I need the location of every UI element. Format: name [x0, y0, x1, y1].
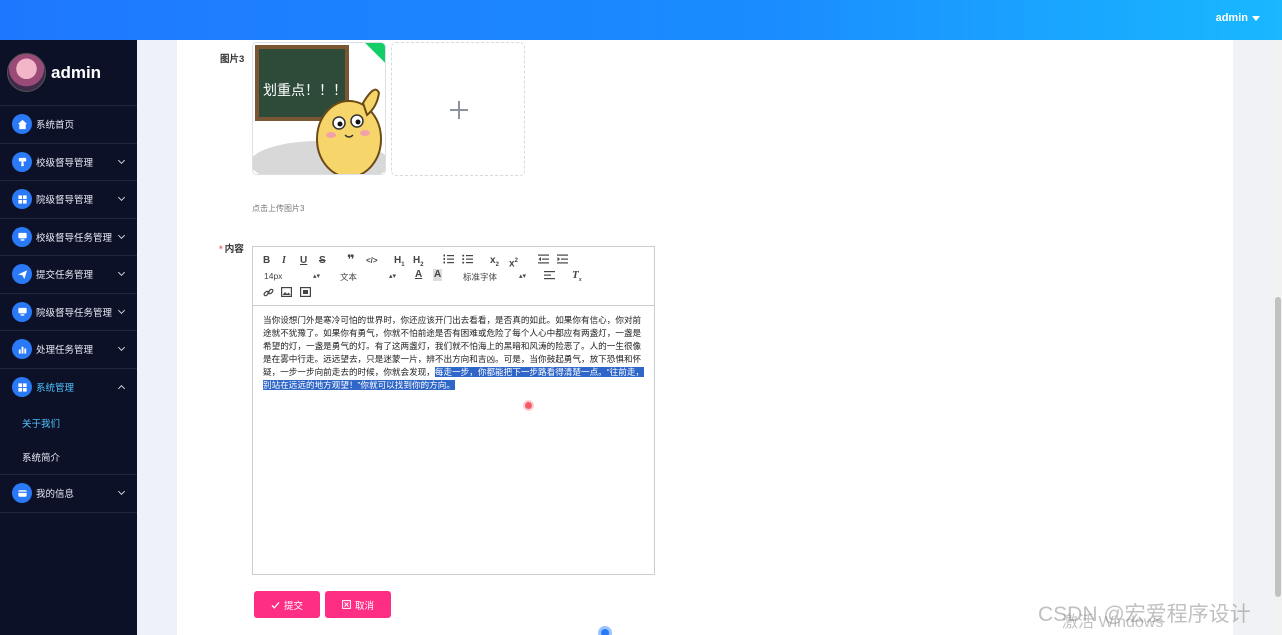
system-submenu: 关于我们 系统简介 [0, 406, 137, 475]
sidebar-item-submit-task[interactable]: 提交任务管理 [0, 256, 137, 294]
chalkboard-text: 划重点！！！ [263, 83, 347, 99]
chevron-down-icon [117, 343, 126, 352]
send-icon [12, 264, 32, 285]
sidebar: admin 系统首页 校级督导管理 院级督导管理 校级督导任务管理 提交任务管理… [0, 40, 137, 635]
page-scrollbar-thumb[interactable] [1275, 297, 1281, 597]
sidebar-item-process-task[interactable]: 处理任务管理 [0, 331, 137, 369]
sidebar-subitem-intro[interactable]: 系统简介 [0, 440, 137, 474]
text-type-value: 文本 [340, 272, 358, 282]
sidebar-item-my-info[interactable]: 我的信息 [0, 475, 137, 513]
sidebar-item-college-task[interactable]: 院级督导任务管理 [0, 294, 137, 331]
sidebar-subitem-about[interactable]: 关于我们 [0, 406, 137, 440]
grid-icon [12, 189, 32, 210]
upload-add-button[interactable] [391, 42, 525, 176]
chevron-down-icon [117, 156, 126, 164]
italic-button[interactable]: I [282, 255, 286, 267]
sidebar-item-school-task[interactable]: 校级督导任务管理 [0, 219, 137, 256]
uploaded-image[interactable]: 划重点！！！ [252, 42, 386, 175]
chevron-up-icon [117, 384, 126, 392]
profile-name: admin [51, 62, 102, 82]
required-mark: * [219, 244, 223, 255]
cartoon-image: 划重点！！！ [253, 43, 385, 174]
bar-chart-icon [12, 339, 32, 360]
sidebar-item-label: 院级督导管理 [36, 195, 94, 207]
select-arrows-icon: ▴▾ [388, 273, 396, 280]
font-family-value: 标准字体 [463, 272, 498, 282]
sidebar-item-label: 院级督导任务管理 [36, 307, 113, 319]
sidebar-item-school-supervisor[interactable]: 校级督导管理 [0, 144, 137, 181]
code-block-button[interactable]: </> [366, 255, 378, 267]
editor-toolbar: B I U S ❞ </> H1 H2 x2 x2 14px ▴▾ 文本 ▴▾ A … [253, 247, 654, 306]
align-button[interactable] [544, 270, 555, 284]
user-menu[interactable]: admin [1216, 12, 1260, 24]
image-button[interactable] [281, 287, 293, 301]
sidebar-item-home[interactable]: 系统首页 [0, 106, 137, 144]
text-type-select[interactable]: 文本 ▴▾ [340, 271, 396, 283]
chevron-down-icon [117, 231, 126, 239]
user-tie-icon [12, 151, 32, 172]
content-label-text: 内容 [224, 244, 244, 255]
avatar [7, 53, 46, 92]
sidebar-item-label: 系统管理 [36, 383, 75, 395]
plus-icon-vertical [458, 101, 460, 119]
submit-button-label: 提交 [283, 600, 303, 612]
chevron-down-icon [117, 306, 126, 314]
chevron-down-icon [117, 193, 126, 202]
chevron-down-icon [117, 487, 126, 496]
monitor-icon [12, 226, 32, 247]
activate-windows-watermark: 激活 Windows [1062, 614, 1164, 631]
home-icon [12, 114, 32, 135]
caret-down-icon [1252, 15, 1260, 21]
close-icon [342, 600, 351, 609]
grid-icon [12, 377, 32, 398]
upload-tip: 点击上传图片3 [252, 204, 305, 213]
bullet-list-button[interactable] [462, 254, 473, 268]
subscript-button[interactable]: x2 [490, 255, 499, 271]
check-icon [271, 601, 280, 609]
sidebar-item-college-supervisor[interactable]: 院级督导管理 [0, 181, 137, 219]
top-header: admin [0, 0, 1282, 40]
font-size-select[interactable]: 14px ▴▾ [264, 271, 320, 281]
quote-button[interactable]: ❞ [347, 253, 355, 266]
submit-button[interactable]: 提交 [254, 591, 320, 618]
ordered-list-button[interactable] [443, 254, 454, 268]
strike-button[interactable]: S [319, 255, 326, 267]
floating-dot [598, 626, 612, 635]
background-color-button[interactable]: A [433, 269, 443, 281]
sidebar-item-label: 系统首页 [36, 120, 75, 132]
sidebar-item-label: 处理任务管理 [36, 345, 94, 357]
content-field-label: * 内容 [219, 241, 244, 255]
sidebar-item-label: 校级督导管理 [36, 157, 94, 169]
monitor-icon [12, 301, 32, 322]
indent-button[interactable] [557, 254, 568, 268]
header-1-button[interactable]: H1 [394, 255, 405, 271]
font-size-value: 14px [264, 271, 283, 281]
select-arrows-icon: ▴▾ [518, 273, 526, 280]
cancel-button[interactable]: 取消 [325, 591, 391, 618]
editor-content[interactable]: 当你设想门外是寒冷可怕的世界时，你还应该开门出去看看，是否真的如此。如果你有信心… [253, 306, 654, 400]
sidebar-item-system[interactable]: 系统管理 [0, 369, 137, 407]
image-field-label: 图片3 [220, 54, 245, 65]
rich-text-editor[interactable]: B I U S ❞ </> H1 H2 x2 x2 14px ▴▾ 文本 ▴▾ A … [252, 246, 655, 575]
card-icon [12, 483, 32, 504]
sidebar-item-label: 我的信息 [36, 489, 75, 501]
mouse-cursor-indicator [523, 400, 534, 411]
link-button[interactable] [263, 287, 274, 302]
chevron-down-icon [117, 268, 126, 277]
font-family-select[interactable]: 标准字体 ▴▾ [463, 271, 526, 283]
sidebar-item-label: 校级督导任务管理 [36, 232, 113, 244]
underline-button[interactable]: U [300, 255, 307, 267]
profile: admin [0, 40, 137, 106]
text-color-button[interactable]: A [415, 269, 422, 281]
cancel-button-label: 取消 [354, 600, 374, 612]
clear-format-button[interactable]: Tx [572, 269, 582, 286]
select-arrows-icon: ▴▾ [312, 273, 320, 280]
superscript-button[interactable]: x2 [509, 255, 518, 270]
outdent-button[interactable] [538, 254, 549, 268]
user-menu-label: admin [1215, 12, 1248, 24]
video-button[interactable] [300, 287, 312, 301]
sidebar-item-label: 提交任务管理 [36, 270, 94, 282]
bold-button[interactable]: B [263, 255, 270, 267]
